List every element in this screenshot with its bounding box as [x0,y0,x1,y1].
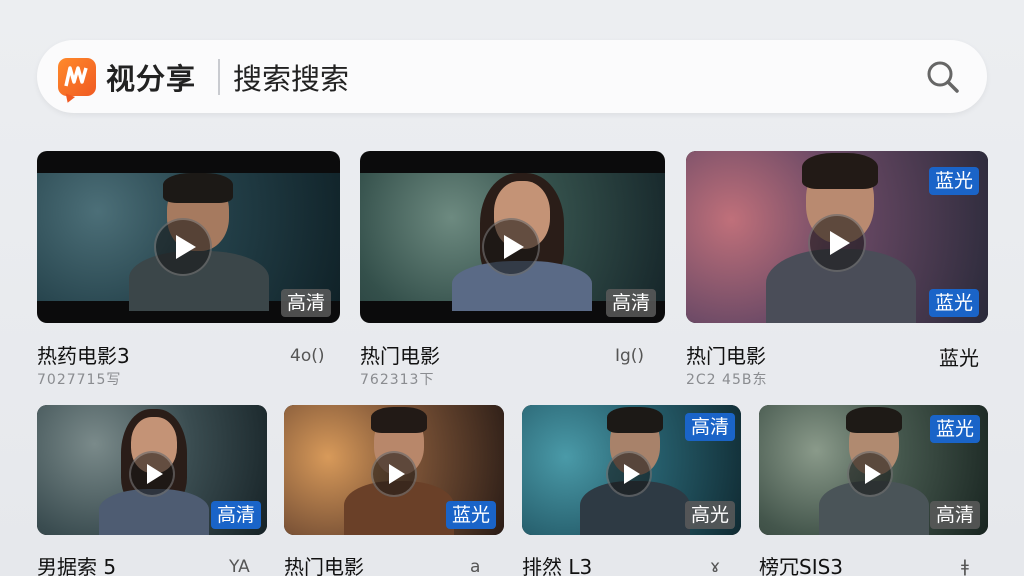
quality-badge: 高清 [684,413,735,441]
search-icon[interactable] [923,57,963,97]
quality-badge: 高光 [684,501,735,529]
quality-badge: 蓝光 [928,289,979,317]
video-title[interactable]: 排然 L3 [522,551,592,576]
play-button[interactable] [129,451,175,497]
video-title[interactable]: 热门电影 [360,340,440,369]
search-input[interactable]: 搜索搜索 [233,56,923,98]
play-button[interactable] [154,218,212,276]
video-title[interactable]: 热门电影 [284,551,364,576]
video-right-tag: a [470,557,481,576]
video-card[interactable]: 高清 高光 排然 L3 ɤ [522,405,741,576]
video-thumbnail[interactable]: 高清 [37,151,340,323]
play-button[interactable] [482,218,540,276]
video-thumbnail[interactable]: 高清 [360,151,665,323]
app-logo-icon [58,57,96,96]
video-meta: 7027715写 [37,372,122,388]
video-thumbnail[interactable]: 高清 [37,405,267,535]
quality-badge: 蓝光 [445,501,496,529]
video-card[interactable]: 高清 热门电影 762313下 Ig() [360,151,665,391]
video-card[interactable]: 高清 男据索 5 YA [37,405,267,576]
play-button[interactable] [606,451,652,497]
play-button[interactable] [371,451,417,497]
video-thumbnail[interactable]: 蓝光 高清 [759,405,988,535]
search-divider [218,58,221,95]
video-title[interactable]: 热药电影3 [37,340,130,369]
video-right-tag: Ig() [615,346,645,366]
app-name: 视分享 [106,61,197,96]
video-meta: 762313下 [360,372,435,388]
video-thumbnail[interactable]: 高清 高光 [522,405,741,535]
video-right-tag: ǂ [961,557,969,576]
quality-badge: 高清 [605,289,656,317]
video-card[interactable]: 蓝光 高清 榜冗SIS3 ǂ [759,405,988,576]
play-button[interactable] [808,214,866,272]
quality-badge: 蓝光 [929,415,980,443]
search-bar[interactable]: 视分享 搜索搜索 [37,40,987,113]
video-thumbnail[interactable]: 蓝光 蓝光 [686,151,988,323]
video-title[interactable]: 热门电影 [686,340,766,369]
video-right-tag: 4o() [290,346,325,366]
video-card[interactable]: 蓝光 蓝光 热门电影 2C2 45B东 蓝光 [686,151,988,391]
quality-badge: 高清 [280,289,331,317]
video-thumbnail[interactable]: 蓝光 [284,405,504,535]
video-card[interactable]: 高清 热药电影3 7027715写 4o() [37,151,340,391]
video-meta: 2C2 45B东 [686,372,768,388]
quality-badge: 高清 [929,501,980,529]
video-right-tag: ɤ [710,557,721,576]
quality-badge: 蓝光 [928,167,979,195]
video-right-tag: 蓝光 [939,346,979,370]
video-title[interactable]: 男据索 5 [37,551,116,576]
video-card[interactable]: 蓝光 热门电影 a [284,405,504,576]
play-button[interactable] [847,451,893,497]
quality-badge: 高清 [210,501,261,529]
video-right-tag: YA [229,557,250,576]
video-title[interactable]: 榜冗SIS3 [759,551,843,576]
